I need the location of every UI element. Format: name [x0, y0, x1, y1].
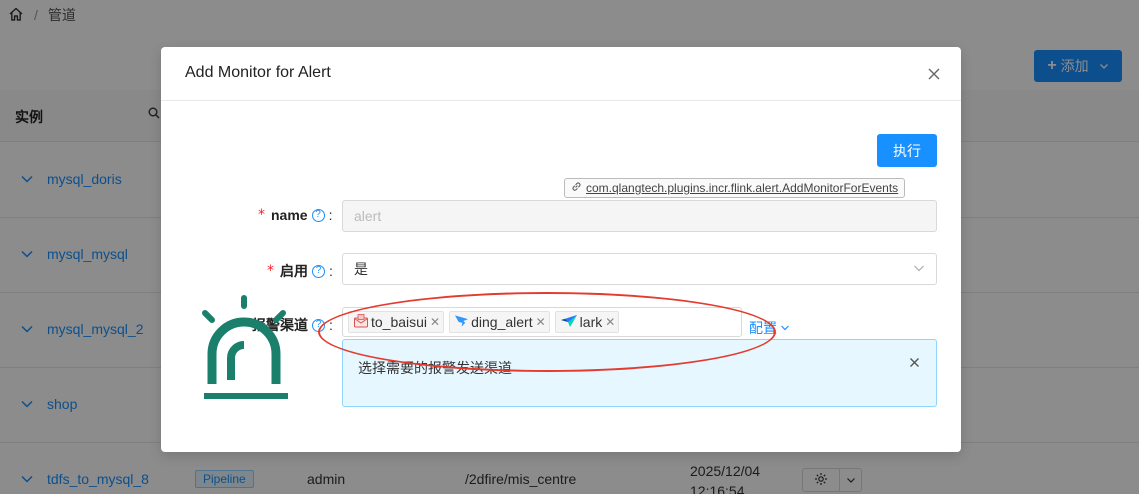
plugin-class-text: com.qlangtech.plugins.incr.flink.alert.A… — [586, 181, 899, 195]
lark-icon — [560, 314, 578, 331]
channel-tag-label: to_baisui — [371, 314, 428, 330]
help-icon[interactable]: ? — [312, 264, 325, 278]
label-colon: : — [329, 317, 333, 333]
help-icon[interactable]: ? — [311, 208, 325, 222]
dingtalk-icon — [454, 314, 469, 331]
link-icon — [571, 181, 582, 195]
chevron-down-icon — [913, 261, 925, 277]
channel-tag-label: lark — [579, 314, 603, 330]
name-input[interactable]: alert — [342, 200, 937, 232]
execute-button[interactable]: 执行 — [877, 134, 937, 167]
name-placeholder: alert — [354, 208, 382, 224]
remove-tag-icon[interactable]: ✕ — [605, 315, 615, 329]
info-message: 选择需要的报警发送渠道 — [358, 360, 512, 376]
name-label: * name ? : — [258, 207, 332, 223]
channel-tag-label: ding_alert — [471, 314, 533, 330]
channels-select[interactable]: to_baisui ✕ ding_alert ✕ lark ✕ — [342, 307, 742, 337]
close-icon[interactable] — [909, 355, 920, 371]
name-label-text: name — [271, 207, 308, 223]
channel-tag[interactable]: to_baisui ✕ — [348, 311, 445, 333]
label-colon: : — [328, 207, 333, 223]
required-mark: * — [267, 263, 274, 279]
modal-title: Add Monitor for Alert — [185, 64, 331, 81]
channel-tag[interactable]: lark ✕ — [554, 311, 620, 333]
siren-icon — [200, 294, 288, 400]
required-mark: * — [258, 207, 265, 223]
enable-label-text: 启用 — [280, 263, 308, 279]
remove-tag-icon[interactable]: ✕ — [536, 315, 546, 329]
config-label: 配置 — [749, 320, 777, 336]
remove-tag-icon[interactable]: ✕ — [430, 315, 440, 329]
help-icon[interactable]: ? — [312, 318, 325, 332]
enable-value: 是 — [354, 261, 368, 277]
enable-label: * 启用 ? : — [267, 261, 333, 281]
channel-tag[interactable]: ding_alert ✕ — [449, 311, 550, 333]
close-icon[interactable] — [926, 66, 942, 82]
channels-info-alert: 选择需要的报警发送渠道 — [342, 339, 937, 407]
label-colon: : — [329, 263, 333, 279]
config-link[interactable]: 配置 — [749, 318, 790, 338]
chevron-down-icon — [780, 320, 790, 336]
modal-header: Add Monitor for Alert — [161, 47, 961, 101]
mail-alert-icon — [353, 313, 369, 331]
enable-select[interactable]: 是 — [342, 253, 937, 285]
plugin-class-link[interactable]: com.qlangtech.plugins.incr.flink.alert.A… — [564, 178, 906, 198]
